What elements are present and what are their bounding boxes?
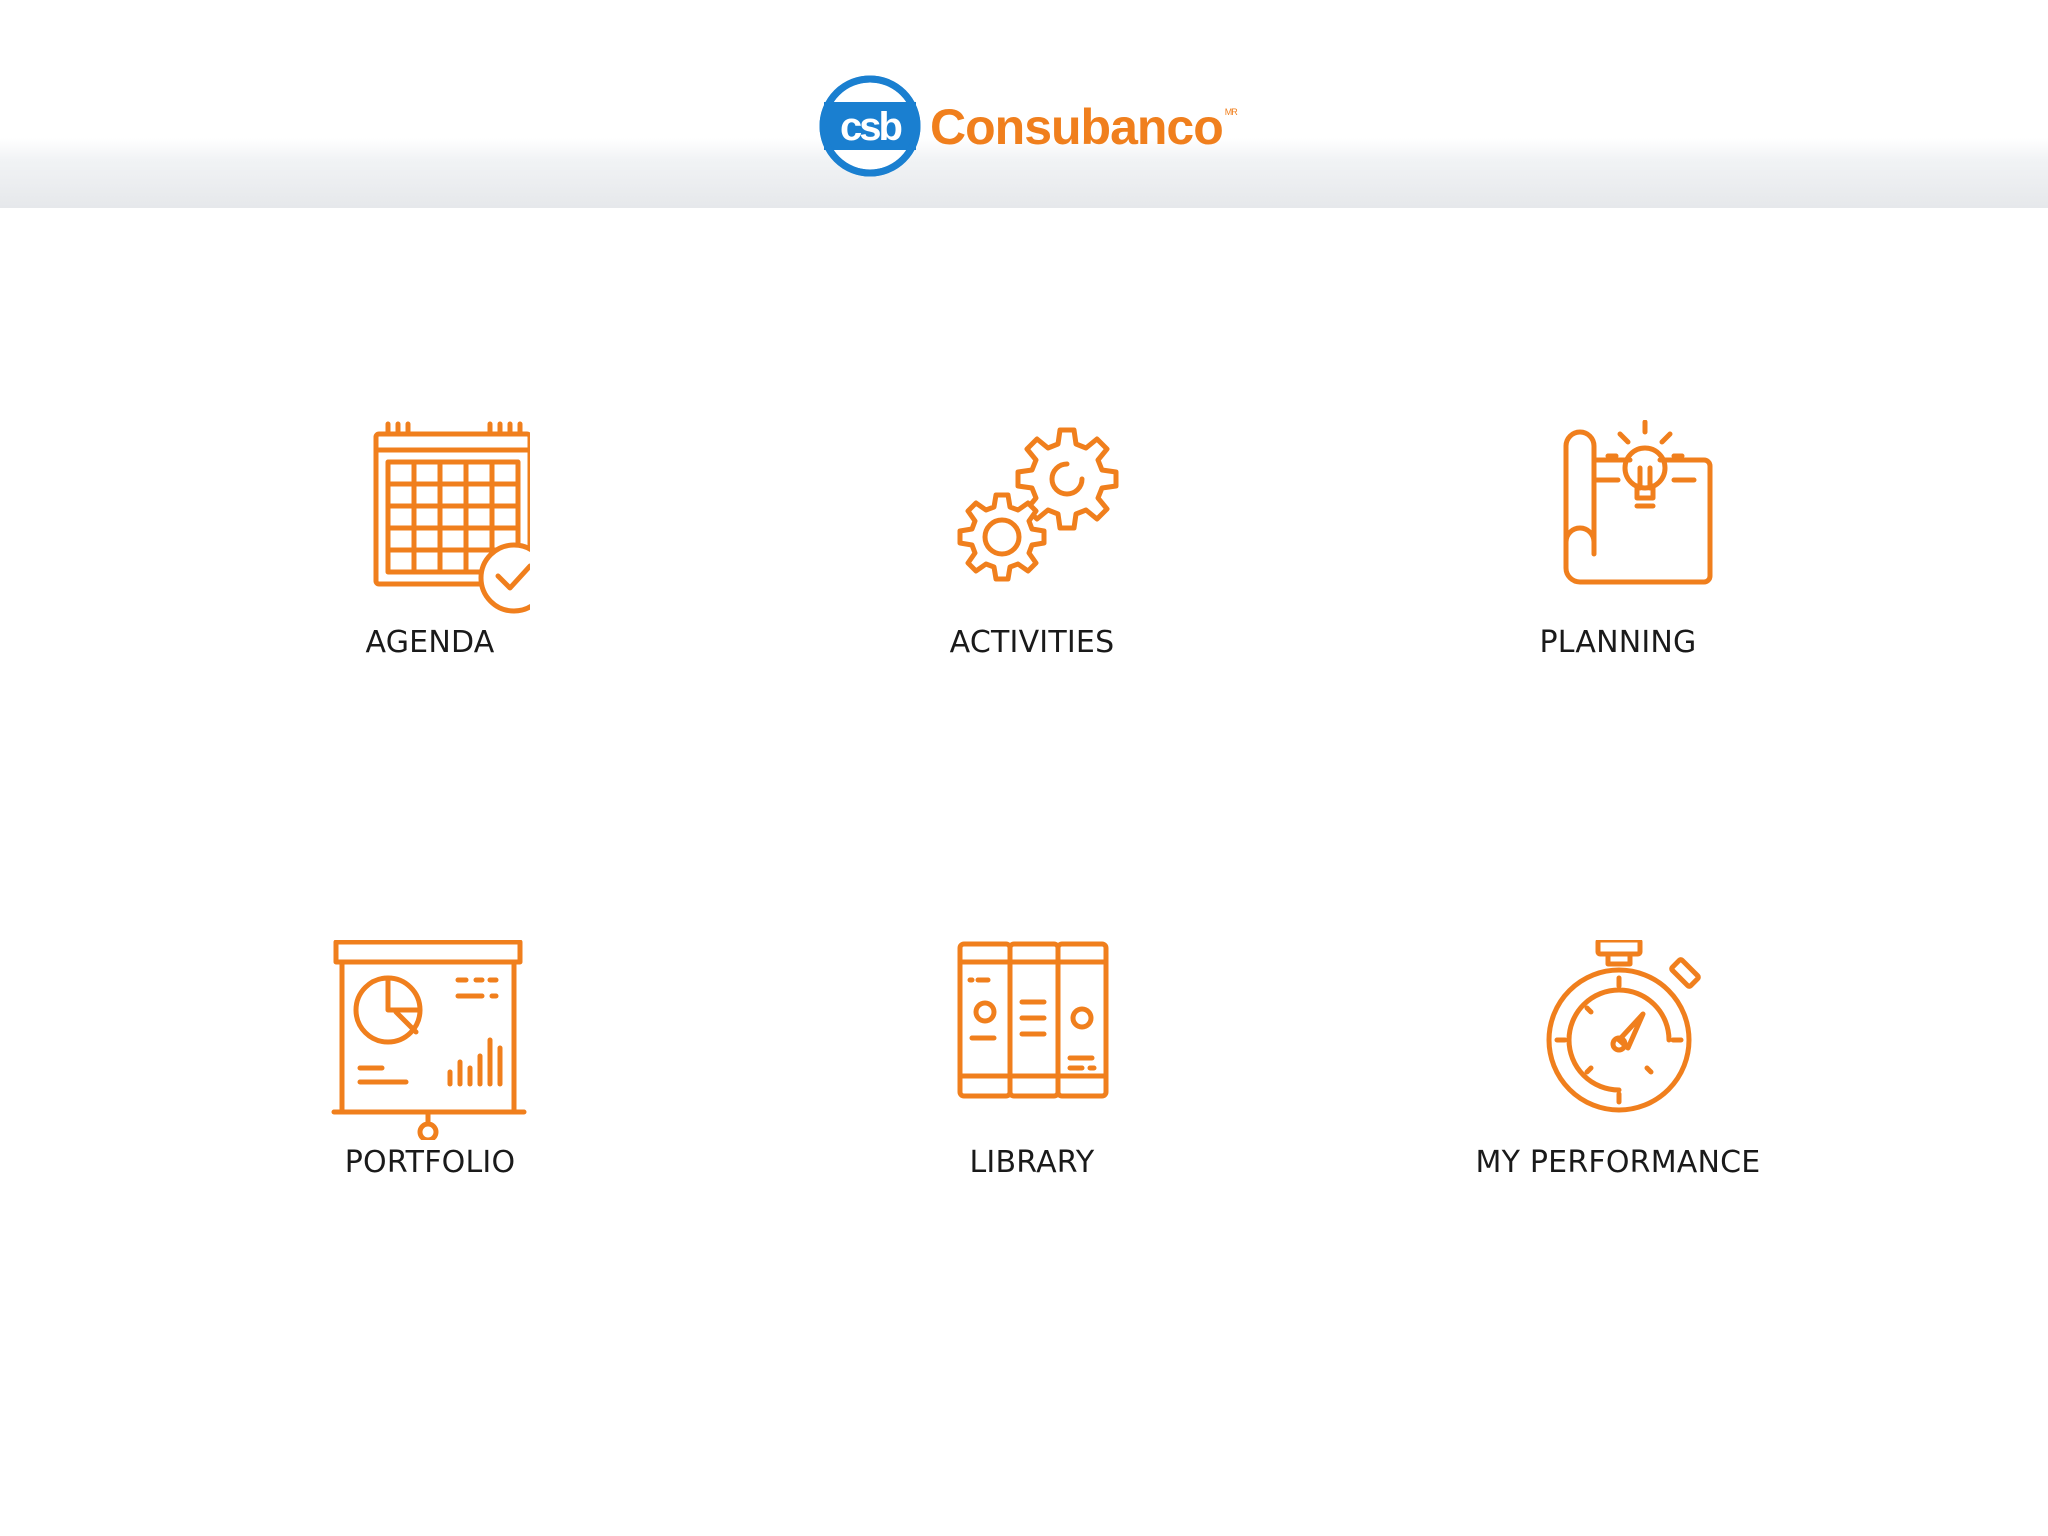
menu-item-planning[interactable]: PLANNING bbox=[1388, 420, 1848, 680]
menu-item-label: PLANNING bbox=[1539, 625, 1697, 660]
logo-wordmark: Consubanco MR bbox=[930, 99, 1238, 155]
gears-icon bbox=[957, 427, 1119, 582]
menu-item-label: PORTFOLIO bbox=[344, 1145, 516, 1180]
csb-logo-mark: csb bbox=[819, 75, 921, 177]
menu-item-label: ACTIVITIES bbox=[949, 625, 1115, 660]
consubanco-logo: csb Consubanco MR bbox=[818, 74, 1238, 178]
menu-item-label: LIBRARY bbox=[969, 1145, 1095, 1180]
menu-item-activities[interactable]: ACTIVITIES bbox=[802, 420, 1262, 680]
calendar-check-icon bbox=[373, 421, 530, 614]
svg-text:csb: csb bbox=[840, 105, 901, 149]
blueprint-lightbulb-icon bbox=[1563, 420, 1713, 585]
menu-item-portfolio[interactable]: PORTFOLIO bbox=[200, 940, 660, 1200]
menu-item-library[interactable]: LIBRARY bbox=[802, 940, 1262, 1200]
menu-item-label: AGENDA bbox=[365, 625, 495, 660]
menu-item-my-performance[interactable]: MY PERFORMANCE bbox=[1388, 940, 1848, 1200]
menu-item-label: MY PERFORMANCE bbox=[1475, 1145, 1761, 1180]
app-header: csb Consubanco MR bbox=[0, 0, 2048, 208]
presentation-board-icon bbox=[331, 940, 527, 1140]
stopwatch-icon bbox=[1546, 940, 1701, 1113]
menu-item-agenda[interactable]: AGENDA bbox=[200, 420, 660, 680]
binders-icon bbox=[957, 941, 1109, 1099]
